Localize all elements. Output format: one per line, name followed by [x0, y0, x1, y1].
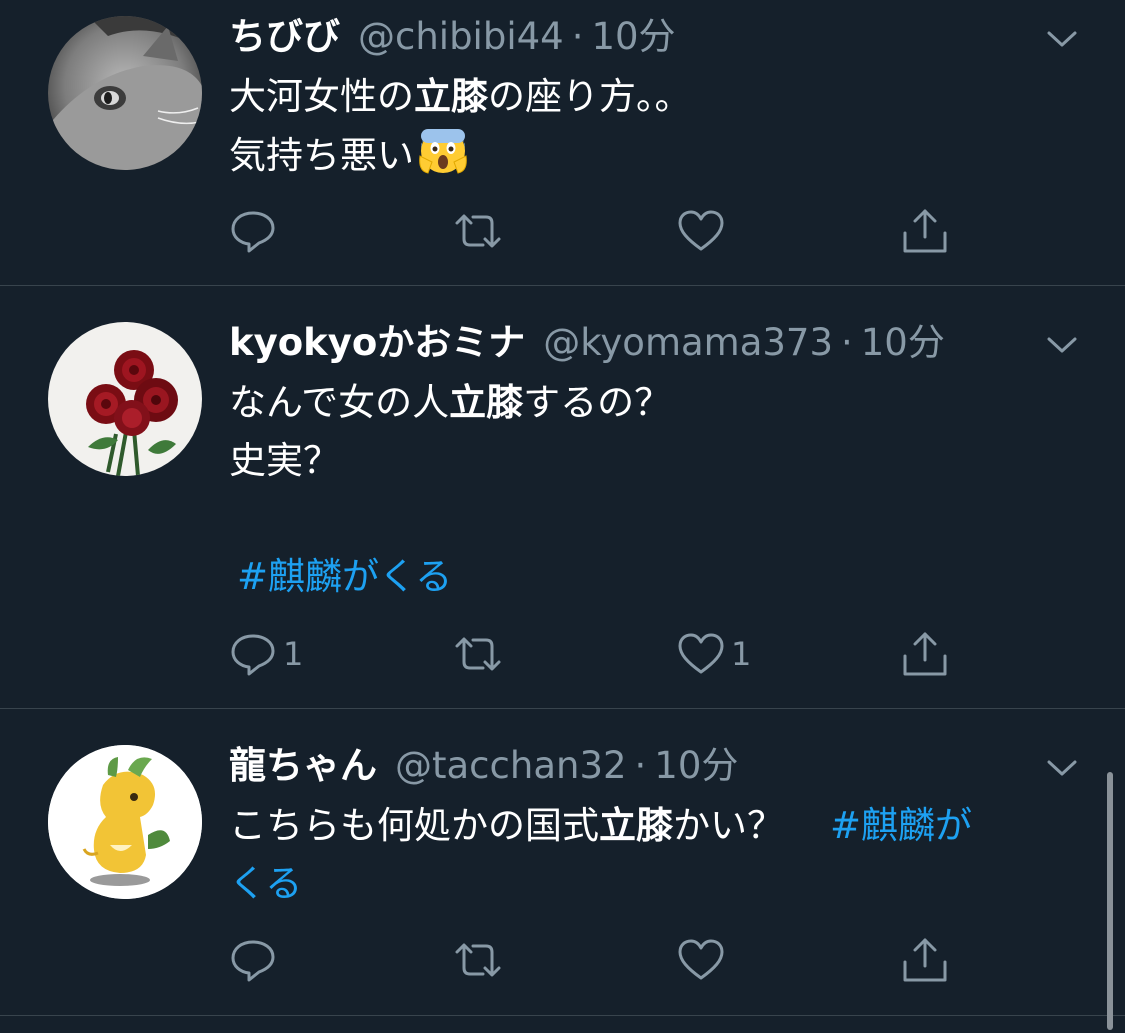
reply-icon [231, 634, 275, 676]
display-name[interactable]: ちびび [229, 12, 340, 62]
like-icon [678, 210, 724, 251]
reply-button[interactable] [229, 205, 283, 257]
tweet-text-line: 史実？ [229, 432, 1069, 490]
tweet[interactable]: ちびび @chibibi44 · 10分 大河女性の立膝の座り方。。 気持ち悪い [0, 0, 1125, 286]
avatar[interactable] [48, 745, 202, 899]
reply-button[interactable]: 1 [229, 628, 303, 680]
tweet-text-line: #麒麟がくる [229, 548, 1069, 606]
retweet-button[interactable] [451, 628, 505, 680]
roses-avatar-image [48, 322, 202, 476]
tweet-actions [229, 934, 989, 986]
separator-dot: · [841, 321, 853, 364]
tweet-text: なんで女の人立膝するの？ 史実？ #麒麟がくる [229, 374, 1069, 606]
like-button[interactable] [677, 934, 731, 986]
tweet[interactable]: 龍ちゃん @tacchan32 · 10分 こちらも何処かの国式立膝かい？ #麒麟… [0, 709, 1125, 1016]
highlighted-term: 立膝 [599, 804, 673, 847]
like-count: 1 [731, 635, 752, 673]
retweet-button[interactable] [451, 934, 505, 986]
separator-dot: · [571, 15, 584, 58]
screaming-face-emoji [418, 126, 468, 193]
reply-icon [231, 211, 275, 253]
tweet-text-line: なんで女の人立膝するの？ [229, 374, 1069, 432]
chevron-down-icon[interactable] [1043, 749, 1081, 787]
user-handle[interactable]: @chibibi44 [358, 12, 564, 62]
share-icon [903, 938, 947, 982]
highlighted-term: 立膝 [414, 75, 488, 118]
share-icon [903, 209, 947, 253]
retweet-button[interactable] [451, 205, 505, 257]
text-segment: 大河女性の [229, 75, 414, 118]
tweet-header: 龍ちゃん @tacchan32 · 10分 [229, 741, 738, 791]
hashtag-link[interactable]: #麒麟がくる [237, 555, 452, 598]
tweet-actions [229, 205, 989, 257]
tweet-text: こちらも何処かの国式立膝かい？ #麒麟が くる [229, 797, 1069, 913]
like-button[interactable] [677, 205, 731, 257]
text-segment: なんで女の人 [229, 381, 450, 424]
timestamp[interactable]: 10分 [861, 318, 945, 368]
display-name[interactable]: kyokyoかおミナ [229, 318, 525, 368]
user-handle[interactable]: @tacchan32 [395, 741, 627, 791]
tweet-text: 大河女性の立膝の座り方。。 気持ち悪い [229, 68, 1069, 193]
avatar[interactable] [48, 322, 202, 476]
tweet-text-line: こちらも何処かの国式立膝かい？ #麒麟が [229, 797, 1069, 855]
dragon-avatar-image [48, 745, 202, 899]
timestamp[interactable]: 10分 [591, 12, 675, 62]
text-segment: こちらも何処かの国式 [229, 804, 599, 847]
like-button[interactable]: 1 [677, 628, 751, 680]
share-icon [903, 632, 947, 676]
display-name[interactable]: 龍ちゃん [229, 741, 377, 791]
like-icon [678, 633, 724, 674]
highlighted-term: 立膝 [449, 381, 524, 424]
scrollbar-thumb[interactable] [1107, 772, 1113, 1030]
retweet-icon [455, 637, 501, 671]
share-button[interactable] [901, 628, 949, 680]
share-button[interactable] [901, 205, 949, 257]
reply-count: 1 [283, 635, 304, 673]
reply-icon [231, 940, 275, 982]
tweet-actions: 1 1 [229, 628, 989, 680]
hashtag-link-continued[interactable]: くる [229, 862, 302, 905]
timeline: ちびび @chibibi44 · 10分 大河女性の立膝の座り方。。 気持ち悪い [0, 0, 1125, 1033]
text-segment: かい？ [673, 804, 784, 847]
timestamp[interactable]: 10分 [654, 741, 738, 791]
cat-avatar-image [48, 16, 202, 170]
text-segment: の座り方。。 [488, 75, 692, 118]
avatar[interactable] [48, 16, 202, 170]
tweet-header: ちびび @chibibi44 · 10分 [229, 12, 676, 62]
chevron-down-icon[interactable] [1043, 326, 1081, 364]
tweet-text-line: 大河女性の立膝の座り方。。 [229, 68, 1069, 126]
reply-button[interactable] [229, 934, 283, 986]
separator-dot: · [634, 744, 647, 787]
user-handle[interactable]: @kyomama373 [543, 318, 833, 368]
hashtag-link[interactable]: #麒麟が [830, 804, 972, 847]
retweet-icon [455, 943, 501, 977]
chevron-down-icon[interactable] [1043, 20, 1081, 58]
tweet-header: kyokyoかおミナ @kyomama373 · 10分 [229, 318, 945, 368]
text-segment: するの？ [523, 381, 672, 424]
tweet-text-line: 気持ち悪い [229, 126, 1069, 193]
retweet-icon [455, 214, 501, 248]
like-icon [678, 939, 724, 980]
tweet[interactable]: kyokyoかおミナ @kyomama373 · 10分 なんで女の人立膝するの… [0, 286, 1125, 709]
tweet-text-line: くる [229, 855, 1069, 913]
text-segment: 史実？ [229, 439, 340, 482]
share-button[interactable] [901, 934, 949, 986]
text-segment: 気持ち悪い [229, 134, 414, 177]
